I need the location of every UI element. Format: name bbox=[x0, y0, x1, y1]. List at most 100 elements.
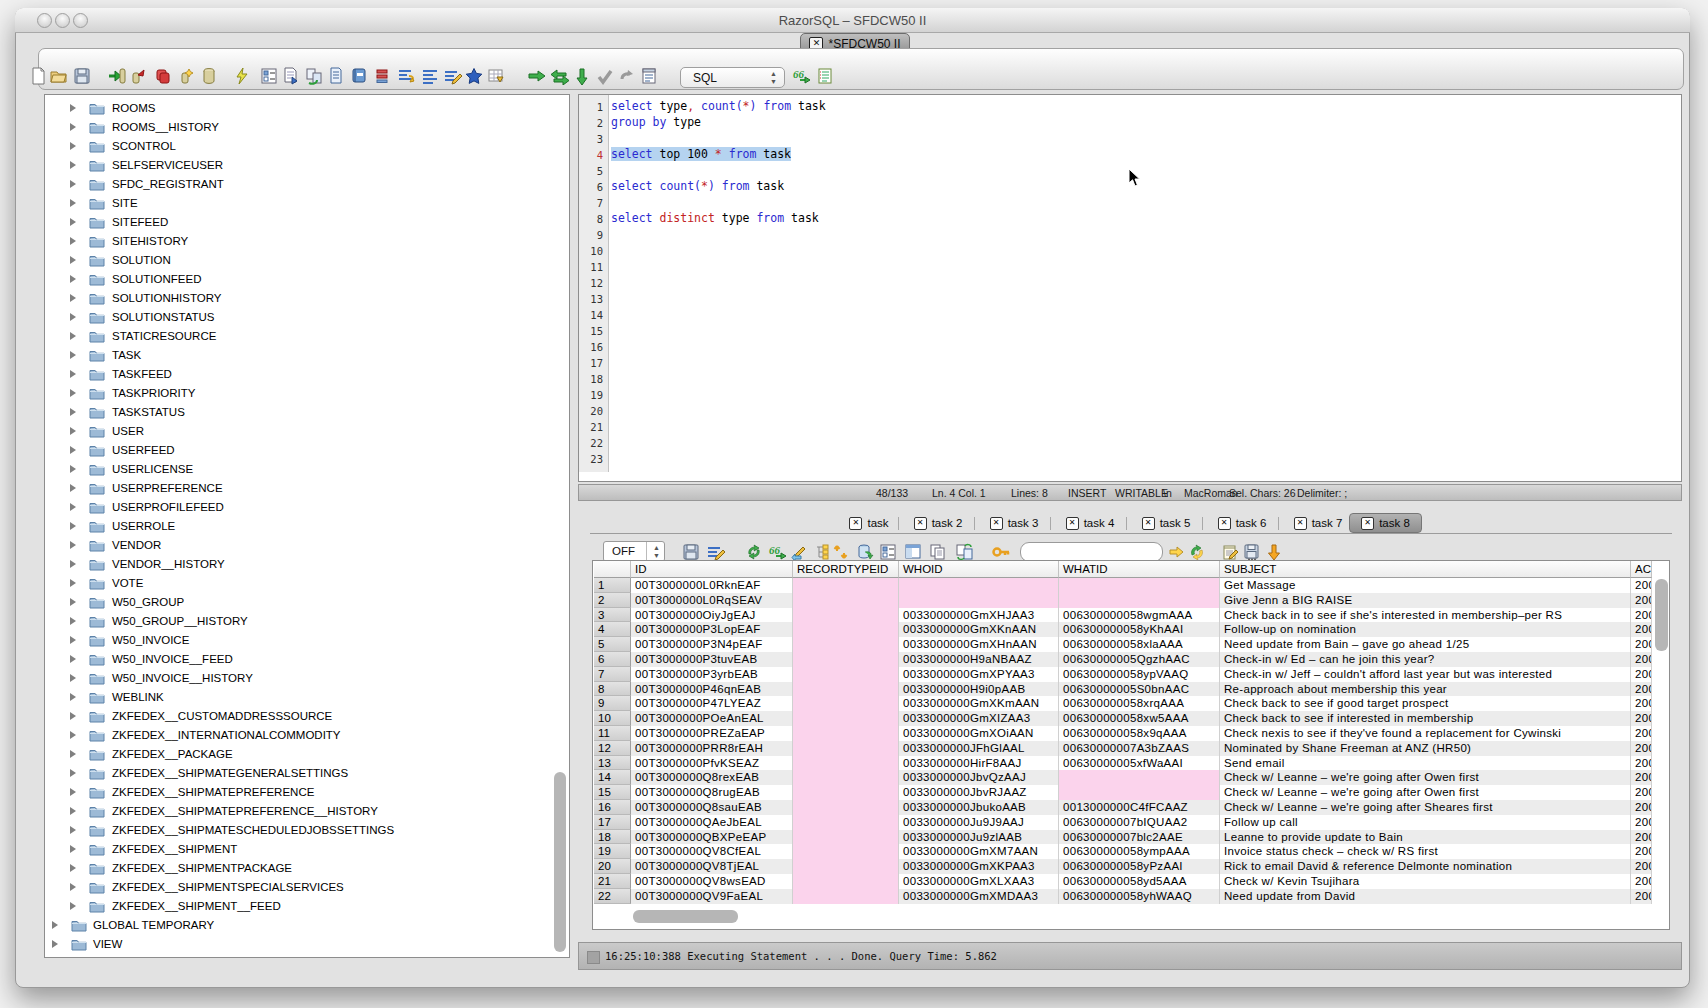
disclosure-triangle-icon[interactable] bbox=[70, 351, 76, 359]
cell-recordtypeid[interactable] bbox=[793, 800, 899, 815]
edit-arrow-icon[interactable] bbox=[791, 543, 809, 561]
cell-subject[interactable]: Check back to see if good target prospec… bbox=[1220, 696, 1631, 711]
cell-ac[interactable]: 2000 bbox=[1631, 844, 1652, 859]
cell-whoid[interactable]: 0033000000GmXM7AAN bbox=[899, 844, 1059, 859]
close-tab-icon[interactable]: ✕ bbox=[1361, 517, 1374, 530]
tree-item-zkfedex-shipmategeneralsettings[interactable]: ZKFEDEX__SHIPMATEGENERALSETTINGS bbox=[44, 764, 564, 783]
tree-item-solutionstatus[interactable]: SOLUTIONSTATUS bbox=[44, 308, 564, 327]
result-tab-task-8[interactable]: ✕task 8 bbox=[1349, 513, 1422, 533]
tree-item-zkfedex-shipment-feed[interactable]: ZKFEDEX__SHIPMENT__FEED bbox=[44, 897, 564, 916]
cell-whatid[interactable]: 006300000058yKhAAI bbox=[1059, 622, 1220, 637]
cell-whoid[interactable] bbox=[899, 593, 1059, 608]
tree-item-userlicense[interactable]: USERLICENSE bbox=[44, 460, 564, 479]
cell-ac[interactable]: 2000 bbox=[1631, 578, 1652, 593]
save-icon[interactable] bbox=[73, 67, 93, 87]
disclosure-triangle-icon[interactable] bbox=[70, 712, 76, 720]
cell-ac[interactable]: 2000 bbox=[1631, 741, 1652, 756]
cell-num[interactable]: 18 bbox=[594, 830, 631, 845]
cell-whoid[interactable]: 0033000000GmXHnAAN bbox=[899, 637, 1059, 652]
tree-item-zkfedex-shipmatepreference-history[interactable]: ZKFEDEX__SHIPMATEPREFERENCE__HISTORY bbox=[44, 802, 564, 821]
tree-item-w50-group[interactable]: W50_GROUP bbox=[44, 593, 564, 612]
table-export-icon[interactable] bbox=[487, 67, 507, 87]
cell-subject[interactable]: Rick to email David & reference Delmonte… bbox=[1220, 859, 1631, 874]
tree-item-scontrol[interactable]: SCONTROL bbox=[44, 137, 564, 156]
cell-subject[interactable]: Follow-up on nomination bbox=[1220, 622, 1631, 637]
disclosure-triangle-icon[interactable] bbox=[70, 731, 76, 739]
clipboard-doc-icon[interactable] bbox=[640, 67, 660, 87]
list-red-blue-icon[interactable] bbox=[373, 67, 393, 87]
cell-whoid[interactable]: 0033000000GmXKmAAN bbox=[899, 696, 1059, 711]
cell-ac[interactable]: 2000 bbox=[1631, 652, 1652, 667]
cell-num[interactable]: 4 bbox=[594, 622, 631, 637]
tree-item-w50-invoice[interactable]: W50_INVOICE bbox=[44, 631, 564, 650]
cell-recordtypeid[interactable] bbox=[793, 756, 899, 771]
result-tab-task-6[interactable]: ✕task 6 bbox=[1204, 513, 1280, 533]
cell-subject[interactable]: Check nexis to see if they've found a re… bbox=[1220, 726, 1631, 741]
cell-whatid[interactable]: 00630000007bIQUAA2 bbox=[1059, 815, 1220, 830]
align-lines-icon[interactable] bbox=[420, 67, 440, 87]
tree-item-global temporary[interactable]: GLOBAL TEMPORARY bbox=[44, 916, 564, 935]
cell-num[interactable]: 2 bbox=[594, 593, 631, 608]
cell-subject[interactable]: Get Massage bbox=[1220, 578, 1631, 593]
disclosure-triangle-icon[interactable] bbox=[52, 921, 58, 929]
tree-item-zkfedex-shipmentspecialservices[interactable]: ZKFEDEX__SHIPMENTSPECIALSERVICES bbox=[44, 878, 564, 897]
cell-num[interactable]: 22 bbox=[594, 889, 631, 904]
disclosure-triangle-icon[interactable] bbox=[70, 769, 76, 777]
cell-whatid[interactable] bbox=[1059, 578, 1220, 593]
column-header-id[interactable]: ID bbox=[631, 561, 793, 578]
cell-id[interactable]: 00T3000000POeAnEAL bbox=[631, 711, 793, 726]
cell-whatid[interactable]: 006300000058ypVAAQ bbox=[1059, 667, 1220, 682]
cell-whoid[interactable]: 0033000000GmXKPAA3 bbox=[899, 859, 1059, 874]
disclosure-triangle-icon[interactable] bbox=[70, 275, 76, 283]
cell-subject[interactable]: Need update from Bain – gave go ahead 1/… bbox=[1220, 637, 1631, 652]
cell-id[interactable]: 00T3000000OiyJgEAJ bbox=[631, 608, 793, 623]
disclosure-triangle-icon[interactable] bbox=[70, 598, 76, 606]
tree-item-user[interactable]: USER bbox=[44, 422, 564, 441]
tree-item-rooms[interactable]: ROOMS bbox=[44, 99, 564, 118]
cell-whoid[interactable]: 0033000000GmXKnAAN bbox=[899, 622, 1059, 637]
cell-whoid[interactable]: 0033000000GmXIZAA3 bbox=[899, 711, 1059, 726]
cell-recordtypeid[interactable] bbox=[793, 682, 899, 697]
disclosure-triangle-icon[interactable] bbox=[70, 845, 76, 853]
cell-whoid[interactable]: 0033000000H9i0pAAB bbox=[899, 682, 1059, 697]
disclosure-triangle-icon[interactable] bbox=[70, 617, 76, 625]
export-connection-icon[interactable] bbox=[129, 67, 149, 87]
db-refresh-icon[interactable] bbox=[856, 543, 874, 561]
cell-ac[interactable]: 2000 bbox=[1631, 593, 1652, 608]
cell-num[interactable]: 21 bbox=[594, 874, 631, 889]
tree-item-w50-group-history[interactable]: W50_GROUP__HISTORY bbox=[44, 612, 564, 631]
cell-whoid[interactable]: 0033000000JbvQzAAJ bbox=[899, 770, 1059, 785]
tree-item-site[interactable]: SITE bbox=[44, 194, 564, 213]
cell-whatid[interactable]: 006300000058x9qAAA bbox=[1059, 726, 1220, 741]
cell-num[interactable]: 16 bbox=[594, 800, 631, 815]
tree-item-zkfedex-shipmentpackage[interactable]: ZKFEDEX__SHIPMENTPACKAGE bbox=[44, 859, 564, 878]
cell-recordtypeid[interactable] bbox=[793, 637, 899, 652]
cell-recordtypeid[interactable] bbox=[793, 608, 899, 623]
cell-ac[interactable]: 2000 bbox=[1631, 800, 1652, 815]
cell-ac[interactable]: 2000 bbox=[1631, 859, 1652, 874]
cell-whatid[interactable]: 00630000005S0bnAAC bbox=[1059, 682, 1220, 697]
cell-recordtypeid[interactable] bbox=[793, 844, 899, 859]
favorites-star-icon[interactable] bbox=[465, 67, 485, 87]
result-tab-task-3[interactable]: ✕task 3 bbox=[976, 513, 1052, 533]
copy-sync-icon[interactable] bbox=[955, 543, 973, 561]
cell-subject[interactable]: Check w/ Leanne – we're going after Owen… bbox=[1220, 785, 1631, 800]
cell-whatid[interactable]: 006300000058xlaAAA bbox=[1059, 637, 1220, 652]
cell-whatid[interactable]: 006300000058xrqAAA bbox=[1059, 696, 1220, 711]
cell-subject[interactable]: Follow up call bbox=[1220, 815, 1631, 830]
reference-book-icon[interactable] bbox=[350, 67, 370, 87]
cell-whoid[interactable] bbox=[899, 578, 1059, 593]
column-header-ac[interactable]: AC bbox=[1631, 561, 1652, 578]
disclosure-triangle-icon[interactable] bbox=[52, 940, 58, 948]
cell-ac[interactable]: 2000 bbox=[1631, 785, 1652, 800]
cell-recordtypeid[interactable] bbox=[793, 667, 899, 682]
disclosure-triangle-icon[interactable] bbox=[70, 788, 76, 796]
cell-whatid[interactable]: 006300000058ympAAA bbox=[1059, 844, 1220, 859]
cell-ac[interactable]: 2000 bbox=[1631, 770, 1652, 785]
cell-num[interactable]: 6 bbox=[594, 652, 631, 667]
notepad-edit-icon[interactable] bbox=[1221, 543, 1239, 561]
tree-view-icon[interactable] bbox=[814, 543, 832, 561]
cell-id[interactable]: 00T3000000QV8CfEAL bbox=[631, 844, 793, 859]
disclosure-triangle-icon[interactable] bbox=[70, 389, 76, 397]
cell-ac[interactable]: 2000 bbox=[1631, 608, 1652, 623]
